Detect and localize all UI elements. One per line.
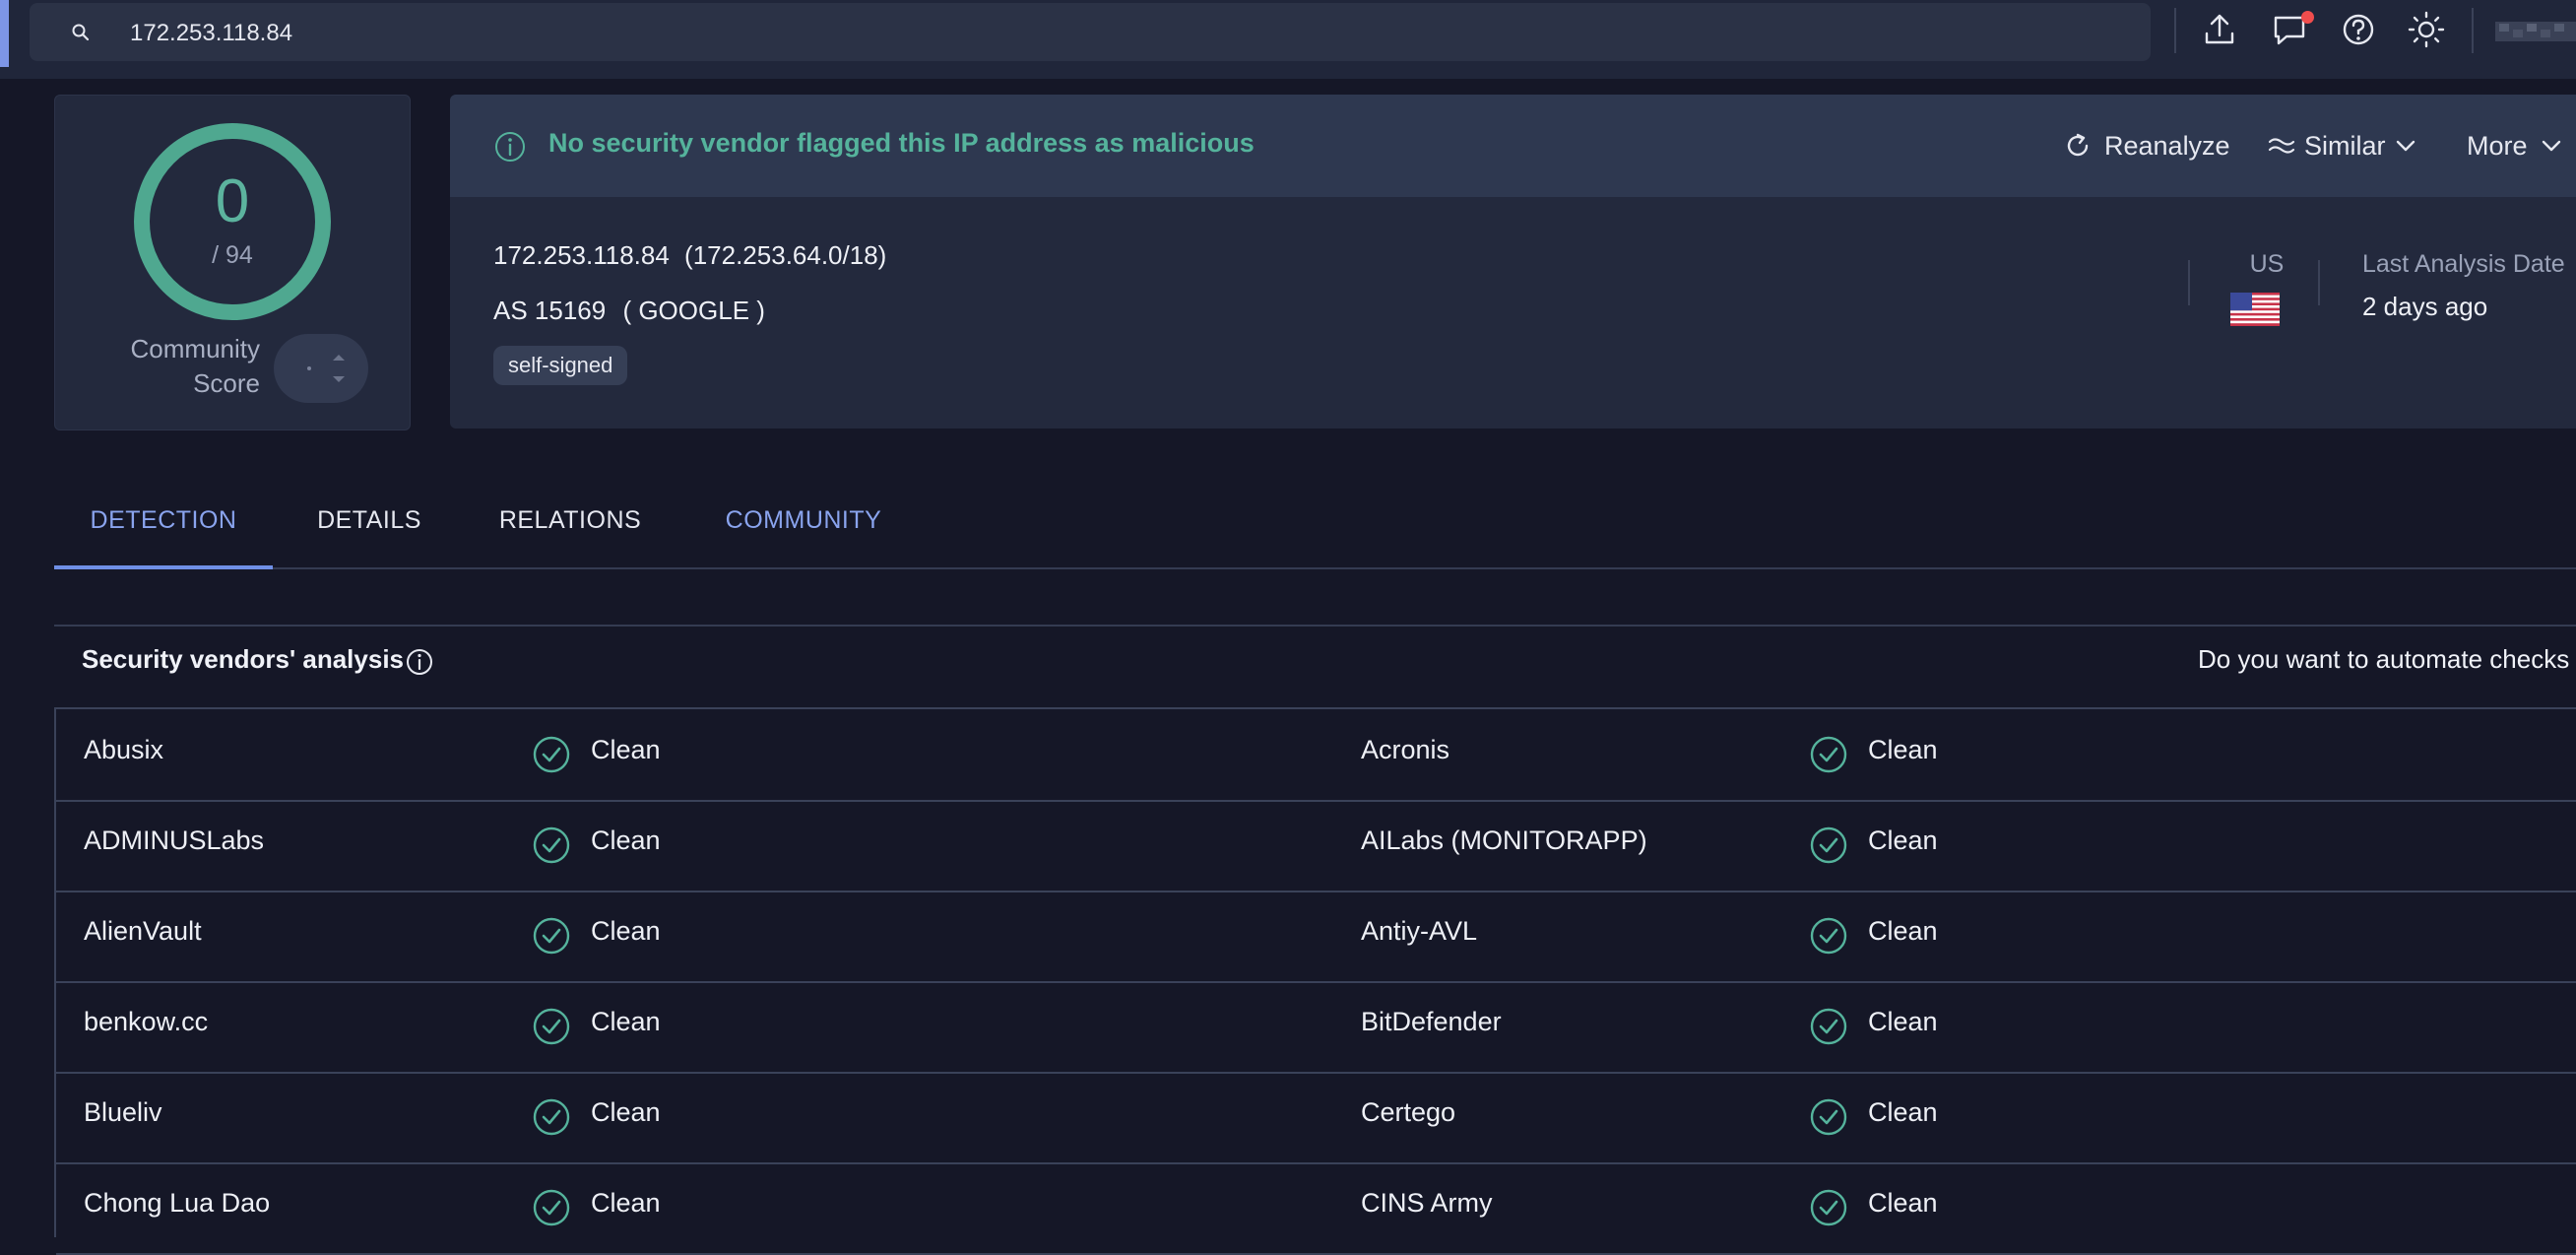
ip-network[interactable]: (172.253.64.0/18) [684,240,886,270]
check-circle-icon [1810,1008,1847,1045]
user-avatar[interactable] [2495,18,2576,45]
table-row: Chong Lua Dao Clean CINS Army Clean [56,1162,2576,1255]
toolbar-divider [2174,8,2176,53]
vendor-name[interactable]: Acronis [1361,735,1449,765]
tab-detection[interactable]: DETECTION [54,473,273,569]
info-icon[interactable] [405,647,434,677]
as-number[interactable]: AS 15169 [493,296,606,325]
vendor-result: Clean [591,1188,661,1218]
vendor-name[interactable]: Chong Lua Dao [84,1188,270,1219]
check-circle-icon [1810,1098,1847,1136]
as-line: AS 15169 ( GOOGLE ) [493,296,765,326]
reanalyze-button[interactable]: Reanalyze [2063,124,2230,167]
automate-checks-link[interactable]: Do you want to automate checks [2198,644,2569,675]
more-dropdown[interactable]: More [2467,124,2565,167]
theme-sun-icon[interactable] [2407,10,2446,49]
vendor-name[interactable]: CINS Army [1361,1188,1493,1219]
vendor-result: Clean [1868,1007,1938,1036]
vendor-result: Clean [1868,735,1938,764]
search-box[interactable] [30,3,2151,63]
tag-self-signed[interactable]: self-signed [493,346,628,385]
ip-info-card: No security vendor flagged this IP addre… [450,95,2576,429]
vendor-name[interactable]: AILabs (MONITORAPP) [1361,826,1647,856]
check-circle-icon [533,736,570,773]
search-icon [72,24,90,41]
last-analysis-value: 2 days ago [2362,292,2488,321]
upload-icon[interactable] [2200,10,2239,49]
vendors-section-title: Security vendors' analysis [82,644,405,674]
check-circle-icon [533,826,570,864]
vendor-name[interactable]: ADMINUSLabs [84,826,264,856]
table-row: AlienVault Clean Antiy-AVL Clean [56,891,2576,983]
community-score-label: Community Score [130,334,260,398]
as-owner: ( GOOGLE ) [622,296,765,325]
reanalyze-icon [2067,133,2089,157]
toolbar-divider-2 [2472,8,2474,53]
check-circle-icon [533,917,570,955]
check-circle-icon [533,1098,570,1136]
vendor-results-table: Abusix Clean Acronis Clean ADMINUSLabs C… [54,707,2576,1255]
detection-total: / 94 [212,241,253,269]
search-input[interactable] [128,3,2003,63]
vendor-name[interactable]: Antiy-AVL [1361,916,1477,947]
tab-relations[interactable]: RELATIONS [482,473,659,567]
top-bar [0,0,2576,79]
tab-community[interactable]: COMMUNITY [705,473,902,567]
country-code: US [2249,250,2285,278]
tab-details[interactable]: DETAILS [305,473,433,567]
vendor-result: Clean [1868,1188,1938,1218]
left-accent-bar [0,0,9,67]
status-banner: No security vendor flagged this IP addre… [450,95,2576,197]
vendor-result: Clean [591,916,661,946]
ip-address[interactable]: 172.253.118.84 [493,240,670,270]
vendor-result: Clean [1868,1097,1938,1127]
vendor-result: Clean [591,826,661,855]
last-analysis-label: Last Analysis Date [2362,250,2565,278]
section-divider [54,625,2576,627]
check-circle-icon [1810,826,1847,864]
us-flag-icon [2230,293,2280,326]
tab-bar: DETECTION DETAILS RELATIONS COMMUNITY [54,473,2576,569]
info-divider [2188,260,2190,305]
vendor-result: Clean [1868,826,1938,855]
vendor-name[interactable]: Blueliv [84,1097,162,1128]
chevron-down-icon [2542,140,2560,152]
vendor-result: Clean [591,1097,661,1127]
vendor-result: Clean [591,735,661,764]
similar-icon [2268,138,2295,154]
check-circle-icon [533,1008,570,1045]
check-circle-icon [1810,736,1847,773]
check-circle-icon [1810,1189,1847,1226]
vendor-result: Clean [1868,916,1938,946]
check-circle-icon [1810,917,1847,955]
table-row: ADMINUSLabs Clean AILabs (MONITORAPP) Cl… [56,800,2576,892]
vendor-name[interactable]: BitDefender [1361,1007,1502,1037]
vendor-name[interactable]: Abusix [84,735,163,765]
chevron-down-icon [2396,140,2415,152]
help-icon[interactable] [2339,10,2378,49]
ip-address-line: 172.253.118.84 (172.253.64.0/18) [493,240,886,271]
check-circle-icon [533,1189,570,1226]
status-banner-text: No security vendor flagged this IP addre… [548,128,1255,158]
table-row: Blueliv Clean Certego Clean [56,1072,2576,1164]
detection-score-card: 0 / 94 Community Score [54,95,411,430]
info-divider-2 [2318,260,2320,305]
community-vote-control[interactable] [274,334,368,403]
similar-dropdown[interactable]: Similar [2267,124,2419,167]
info-icon [495,132,525,162]
table-row: benkow.cc Clean BitDefender Clean [56,981,2576,1074]
table-row: Abusix Clean Acronis Clean [56,709,2576,802]
detection-count: 0 [215,167,250,235]
vendor-name[interactable]: Certego [1361,1097,1455,1128]
vendor-name[interactable]: AlienVault [84,916,202,947]
notification-dot [2301,11,2314,24]
vote-arrows-icon [307,355,345,382]
vendor-name[interactable]: benkow.cc [84,1007,208,1037]
vendor-result: Clean [591,1007,661,1036]
